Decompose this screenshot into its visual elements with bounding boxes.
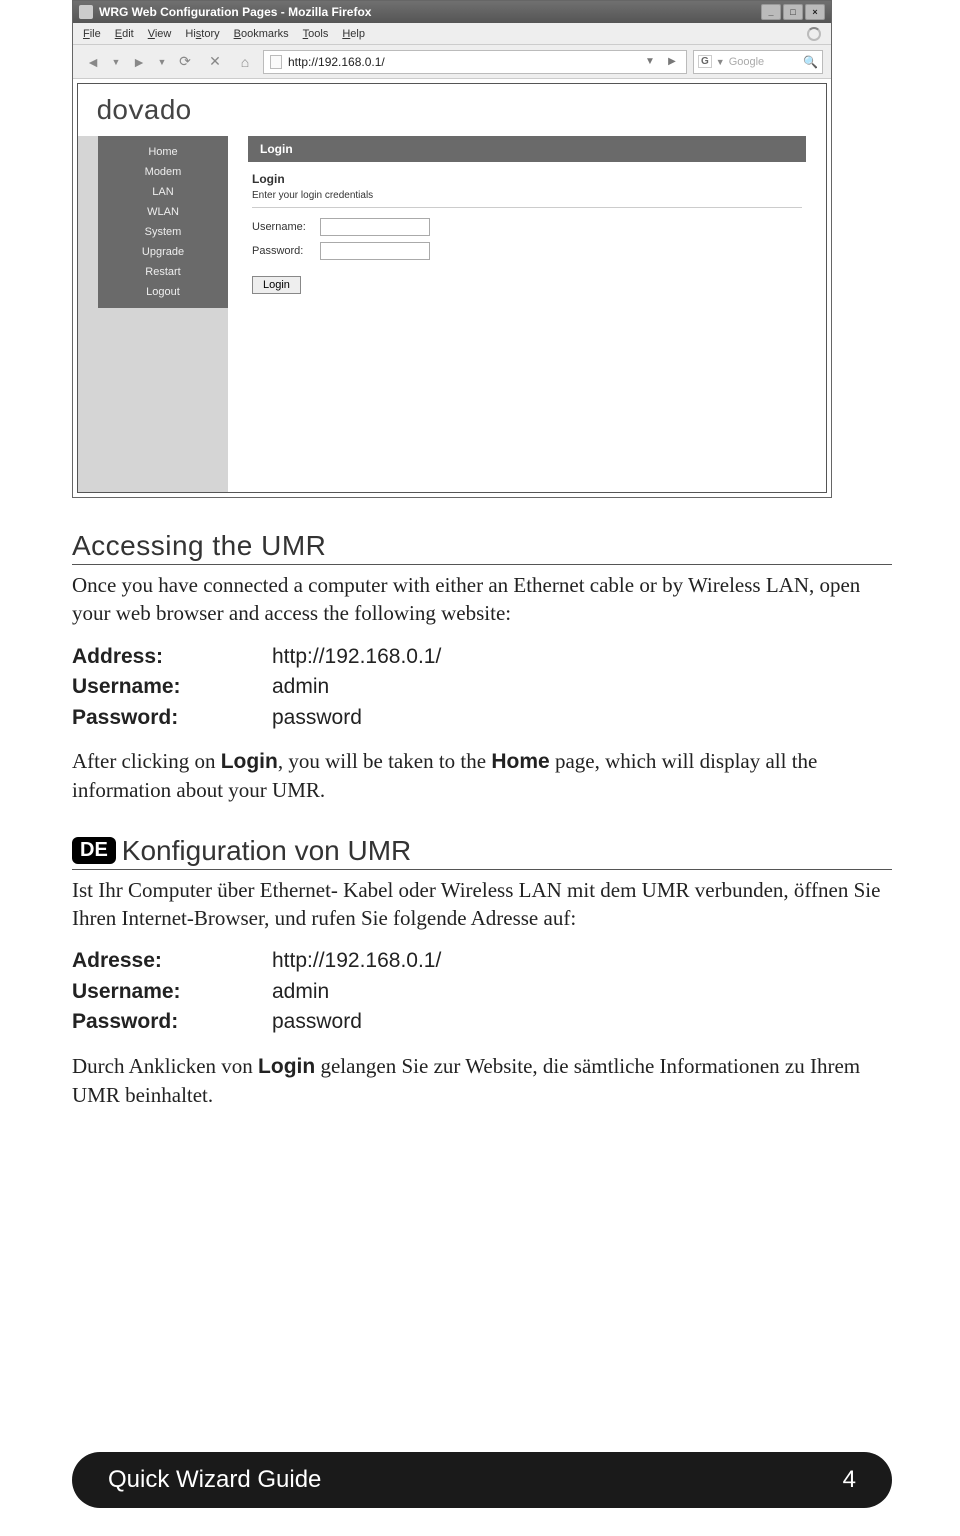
menu-help[interactable]: Help	[342, 28, 365, 40]
password-input[interactable]	[320, 242, 430, 260]
de-intro: Ist Ihr Computer über Ethernet- Kabel od…	[72, 876, 892, 933]
menu-history[interactable]: History	[185, 28, 219, 40]
de-heading: Konfiguration von UMR	[122, 835, 411, 867]
en-address-label: Address:	[72, 642, 272, 672]
search-icon[interactable]: 🔍	[803, 55, 818, 69]
de-password-row: Password: password	[72, 1007, 892, 1037]
de-username-value: admin	[272, 977, 329, 1007]
home-button[interactable]: ⌂	[233, 50, 257, 74]
nav-upgrade[interactable]: Upgrade	[98, 242, 228, 262]
en-after-bold-home: Home	[491, 750, 549, 773]
firefox-icon	[79, 5, 93, 19]
de-address-value: http://192.168.0.1/	[272, 946, 441, 976]
search-engine-icon[interactable]: G	[698, 55, 712, 68]
username-input[interactable]	[320, 218, 430, 236]
forward-button[interactable]: ►	[127, 50, 151, 74]
footer: Quick Wizard Guide 4	[72, 1452, 892, 1508]
en-username-label: Username:	[72, 672, 272, 702]
forward-dropdown[interactable]: ▼	[157, 50, 167, 74]
login-panel-header: Login	[248, 136, 806, 162]
router-page: dovado Home Modem LAN WLAN System Upgrad…	[77, 83, 827, 493]
username-label: Username:	[252, 221, 312, 233]
de-address-label: Adresse:	[72, 946, 272, 976]
en-address-value: http://192.168.0.1/	[272, 642, 441, 672]
language-badge-de: DE	[72, 837, 116, 864]
browser-window: WRG Web Configuration Pages - Mozilla Fi…	[72, 0, 832, 498]
en-heading: Accessing the UMR	[72, 530, 892, 565]
de-heading-row: DE Konfiguration von UMR	[72, 835, 892, 870]
window-title: WRG Web Configuration Pages - Mozilla Fi…	[99, 5, 371, 19]
login-section-title: Login	[252, 172, 802, 186]
toolbar: ◄ ▼ ► ▼ ⟳ ✕ ⌂ http://192.168.0.1/ ▼ ▶ G …	[73, 45, 831, 79]
reload-button[interactable]: ⟳	[173, 50, 197, 74]
menu-view[interactable]: View	[148, 28, 172, 40]
nav-home[interactable]: Home	[98, 142, 228, 162]
de-username-label: Username:	[72, 977, 272, 1007]
url-text: http://192.168.0.1/	[288, 55, 385, 69]
de-username-row: Username: admin	[72, 977, 892, 1007]
login-button[interactable]: Login	[252, 276, 301, 294]
menu-tools[interactable]: Tools	[303, 28, 329, 40]
back-dropdown[interactable]: ▼	[111, 50, 121, 74]
de-after-pre: Durch Anklicken von	[72, 1054, 258, 1078]
en-username-value: admin	[272, 672, 329, 702]
en-password-value: password	[272, 703, 362, 733]
footer-title: Quick Wizard Guide	[108, 1466, 321, 1494]
en-after-pre: After clicking on	[72, 749, 221, 773]
router-nav: Home Modem LAN WLAN System Upgrade Resta…	[98, 136, 228, 308]
en-intro: Once you have connected a computer with …	[72, 571, 892, 628]
en-username-row: Username: admin	[72, 672, 892, 702]
search-placeholder: Google	[729, 56, 799, 68]
de-address-row: Adresse: http://192.168.0.1/	[72, 946, 892, 976]
en-password-row: Password: password	[72, 703, 892, 733]
maximize-button[interactable]: □	[783, 4, 803, 20]
en-after-mid: , you will be taken to the	[278, 749, 491, 773]
login-section-subtitle: Enter your login credentials	[252, 190, 802, 201]
page-icon	[270, 55, 282, 69]
de-password-label: Password:	[72, 1007, 272, 1037]
page-number: 4	[843, 1466, 856, 1494]
en-after-paragraph: After clicking on Login, you will be tak…	[72, 747, 892, 805]
throbber-icon	[807, 27, 821, 41]
router-main: Login Login Enter your login credentials…	[228, 84, 826, 492]
nav-logout[interactable]: Logout	[98, 282, 228, 302]
close-button[interactable]: ×	[805, 4, 825, 20]
stop-button[interactable]: ✕	[203, 50, 227, 74]
document-body: Accessing the UMR Once you have connecte…	[72, 530, 892, 1123]
menu-file[interactable]: File	[83, 28, 101, 40]
nav-restart[interactable]: Restart	[98, 262, 228, 282]
de-after-bold-login: Login	[258, 1055, 315, 1078]
en-after-bold-login: Login	[221, 750, 278, 773]
login-section: Login Enter your login credentials Usern…	[248, 162, 806, 304]
en-password-label: Password:	[72, 703, 272, 733]
password-label: Password:	[252, 245, 312, 257]
en-address-row: Address: http://192.168.0.1/	[72, 642, 892, 672]
url-bar[interactable]: http://192.168.0.1/ ▼ ▶	[263, 50, 687, 74]
menu-bookmarks[interactable]: Bookmarks	[234, 28, 289, 40]
de-after-paragraph: Durch Anklicken von Login gelangen Sie z…	[72, 1052, 892, 1110]
nav-modem[interactable]: Modem	[98, 162, 228, 182]
brand-logo: dovado	[96, 97, 191, 128]
search-dropdown-icon[interactable]: ▼	[716, 57, 725, 67]
nav-system[interactable]: System	[98, 222, 228, 242]
router-sidebar-col: dovado Home Modem LAN WLAN System Upgrad…	[78, 84, 228, 492]
search-bar[interactable]: G ▼ Google 🔍	[693, 50, 823, 74]
nav-lan[interactable]: LAN	[98, 182, 228, 202]
url-dropdown-icon[interactable]: ▼	[642, 54, 658, 70]
divider	[252, 207, 802, 208]
menu-bar: File Edit View History Bookmarks Tools H…	[73, 23, 831, 45]
menu-edit[interactable]: Edit	[115, 28, 134, 40]
minimize-button[interactable]: _	[761, 4, 781, 20]
go-button[interactable]: ▶	[664, 54, 680, 70]
nav-wlan[interactable]: WLAN	[98, 202, 228, 222]
window-titlebar: WRG Web Configuration Pages - Mozilla Fi…	[73, 1, 831, 23]
de-password-value: password	[272, 1007, 362, 1037]
back-button[interactable]: ◄	[81, 50, 105, 74]
